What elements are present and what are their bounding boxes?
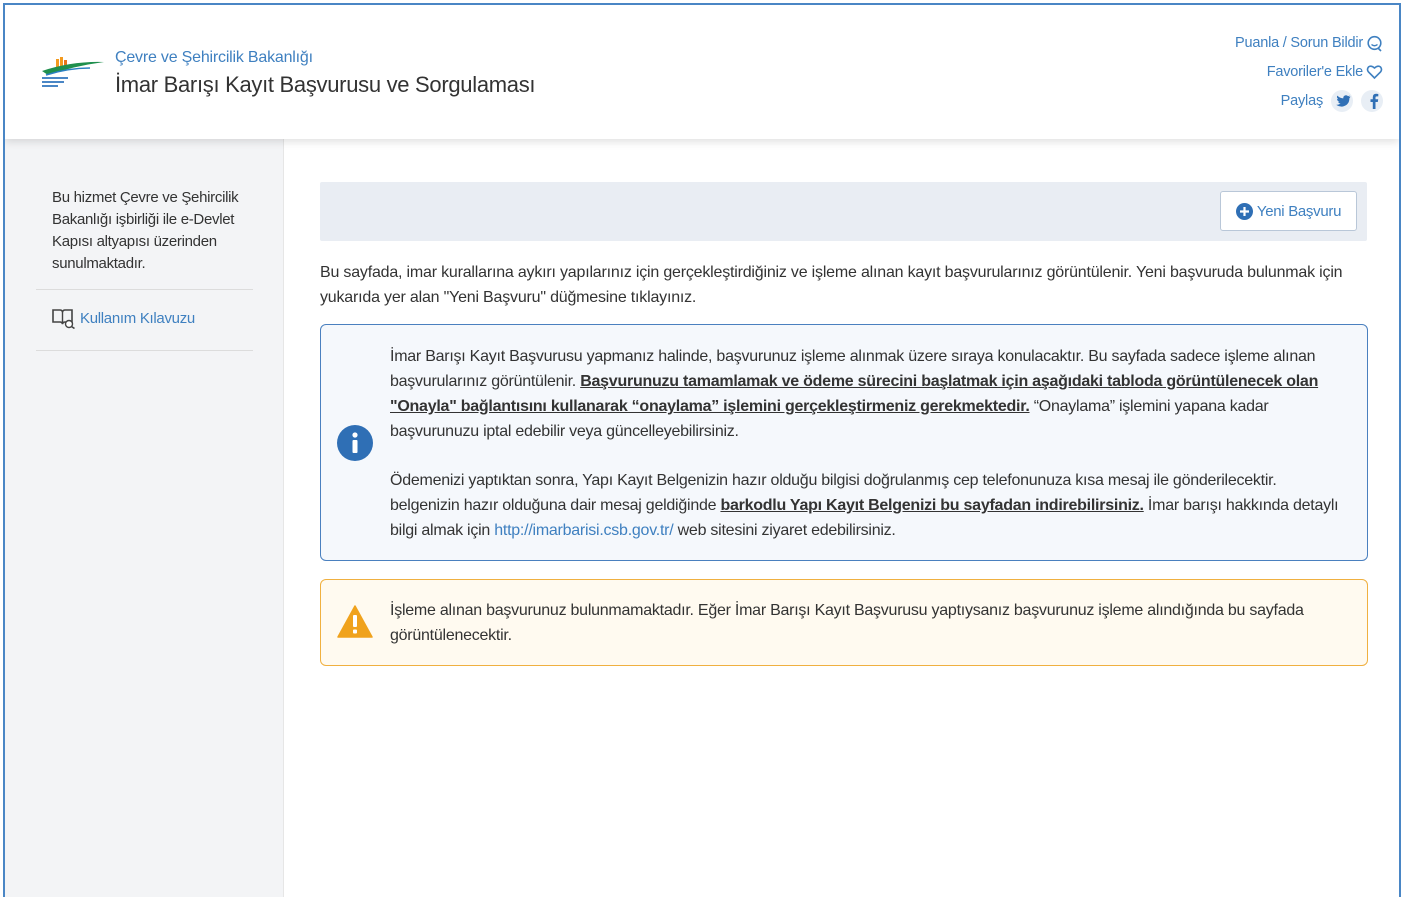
warning-alert-text: İşleme alınan başvurunuz bulunmamaktadır… [390,602,1304,644]
sidebar-divider [36,289,253,290]
add-favorites-label: Favoriler'e Ekle [1266,64,1363,80]
info-paragraph: Ödemenizi yaptıktan sonra, Yapı Kayıt Be… [390,468,1350,543]
user-guide-link[interactable]: Kullanım Kılavuzu [52,308,195,329]
twitter-icon [1336,94,1351,107]
info-paragraph: İmar Barışı Kayıt Başvurusu yapmanız hal… [390,344,1350,444]
ministry-name[interactable]: Çevre ve Şehircilik Bakanlığı [115,49,313,67]
download-instruction: barkodlu Yapı Kayıt Belgenizi bu sayfada… [720,497,1144,514]
rate-report-label: Puanla / Sorun Bildir [1235,35,1363,51]
facebook-icon [1370,93,1378,109]
facebook-share-button[interactable] [1361,90,1383,112]
twitter-share-button[interactable] [1331,90,1353,112]
info-alert-text: İmar Barışı Kayıt Başvurusu yapmanız hal… [390,344,1350,543]
warning-triangle-icon [337,605,373,638]
header-links: Puanla / Sorun Bildir Favoriler'e Ekle P… [1235,32,1383,119]
book-icon [52,309,75,329]
sidebar: Bu hizmet Çevre ve Şehircilik Bakanlığı … [5,139,284,897]
new-application-button[interactable]: Yeni Başvuru [1220,191,1357,231]
chat-bubble-icon [1367,35,1382,52]
action-toolbar: Yeni Başvuru [320,182,1367,241]
imar-barisi-website-link[interactable]: http://imarbarisi.csb.gov.tr/ [494,522,673,539]
share-row: Paylaş [1235,90,1383,112]
ministry-logo [42,57,104,87]
info-circle-icon [337,425,373,461]
rate-report-link[interactable]: Puanla / Sorun Bildir [1235,32,1383,54]
app-window: Çevre ve Şehircilik Bakanlığı İmar Barış… [3,3,1401,897]
info-alert: İmar Barışı Kayıt Başvurusu yapmanız hal… [320,324,1368,561]
service-provider-info: Bu hizmet Çevre ve Şehircilik Bakanlığı … [52,189,239,272]
sidebar-divider [36,350,253,351]
page-title: İmar Barışı Kayıt Başvurusu ve Sorgulama… [115,72,536,97]
info-text-part: web sitesini ziyaret edebilirsiniz. [673,522,896,539]
page-header: Çevre ve Şehircilik Bakanlığı İmar Barış… [5,5,1399,139]
page-description: Bu sayfada, imar kurallarına aykırı yapı… [320,264,1343,306]
new-application-label: Yeni Başvuru [1256,202,1342,220]
user-guide-label: Kullanım Kılavuzu [80,310,195,327]
warning-alert: İşleme alınan başvurunuz bulunmamaktadır… [320,579,1368,666]
share-label: Paylaş [1280,93,1324,109]
add-favorites-link[interactable]: Favoriler'e Ekle [1235,61,1383,83]
plus-circle-icon [1235,202,1253,220]
heart-icon [1366,65,1383,80]
